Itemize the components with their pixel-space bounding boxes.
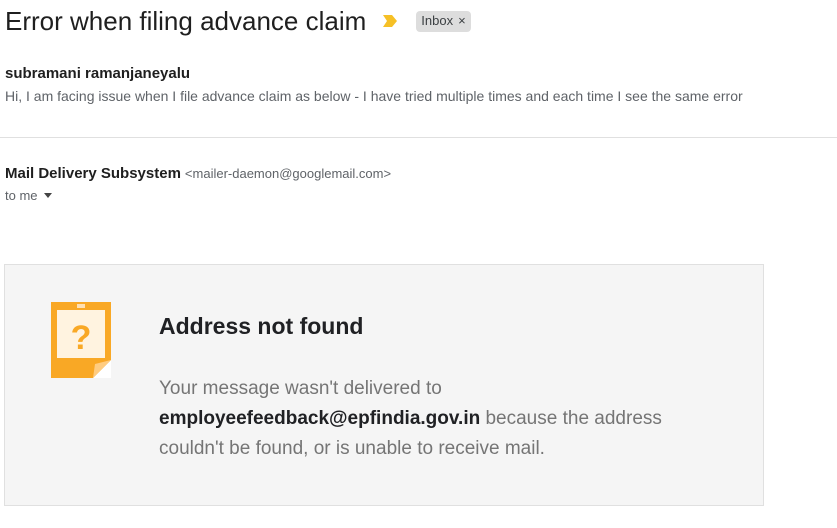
recipient-details-toggle[interactable]: to me [5, 188, 391, 203]
collapsed-message[interactable]: subramani ramanjaneyalu Hi, I am facing … [5, 64, 837, 106]
message-header: Mail Delivery Subsystem <mailer-daemon@go… [5, 165, 391, 203]
question-note-icon: ? [51, 302, 111, 378]
subject-row: Error when filing advance claim Inbox × [5, 4, 471, 38]
email-view: Error when filing advance claim Inbox × … [0, 0, 837, 528]
svg-text:?: ? [71, 319, 92, 357]
to-me-label: to me [5, 188, 38, 203]
message-divider [0, 137, 837, 138]
collapsed-snippet: Hi, I am facing issue when I file advanc… [5, 88, 743, 104]
failed-recipient-address: employeefeedback@epfindia.gov.in [159, 408, 481, 429]
label-chip-text: Inbox [421, 12, 454, 28]
email-subject: Error when filing advance claim [5, 6, 367, 36]
bounce-title: Address not found [159, 313, 364, 339]
importance-marker-icon[interactable] [382, 14, 398, 28]
chevron-down-icon[interactable] [43, 193, 52, 198]
inbox-label-chip[interactable]: Inbox × [416, 10, 471, 32]
remove-label-icon[interactable]: × [458, 12, 466, 30]
delivery-failure-card: ? Address not found Your message wasn't … [4, 264, 764, 506]
sender-name[interactable]: Mail Delivery Subsystem [5, 165, 181, 182]
bounce-message-prefix: Your message wasn't delivered to [159, 378, 442, 399]
sender-email: <mailer-daemon@googlemail.com> [184, 166, 392, 181]
bounce-message: Your message wasn't delivered to employe… [159, 374, 719, 464]
collapsed-sender-name: subramani ramanjaneyalu [5, 65, 191, 82]
